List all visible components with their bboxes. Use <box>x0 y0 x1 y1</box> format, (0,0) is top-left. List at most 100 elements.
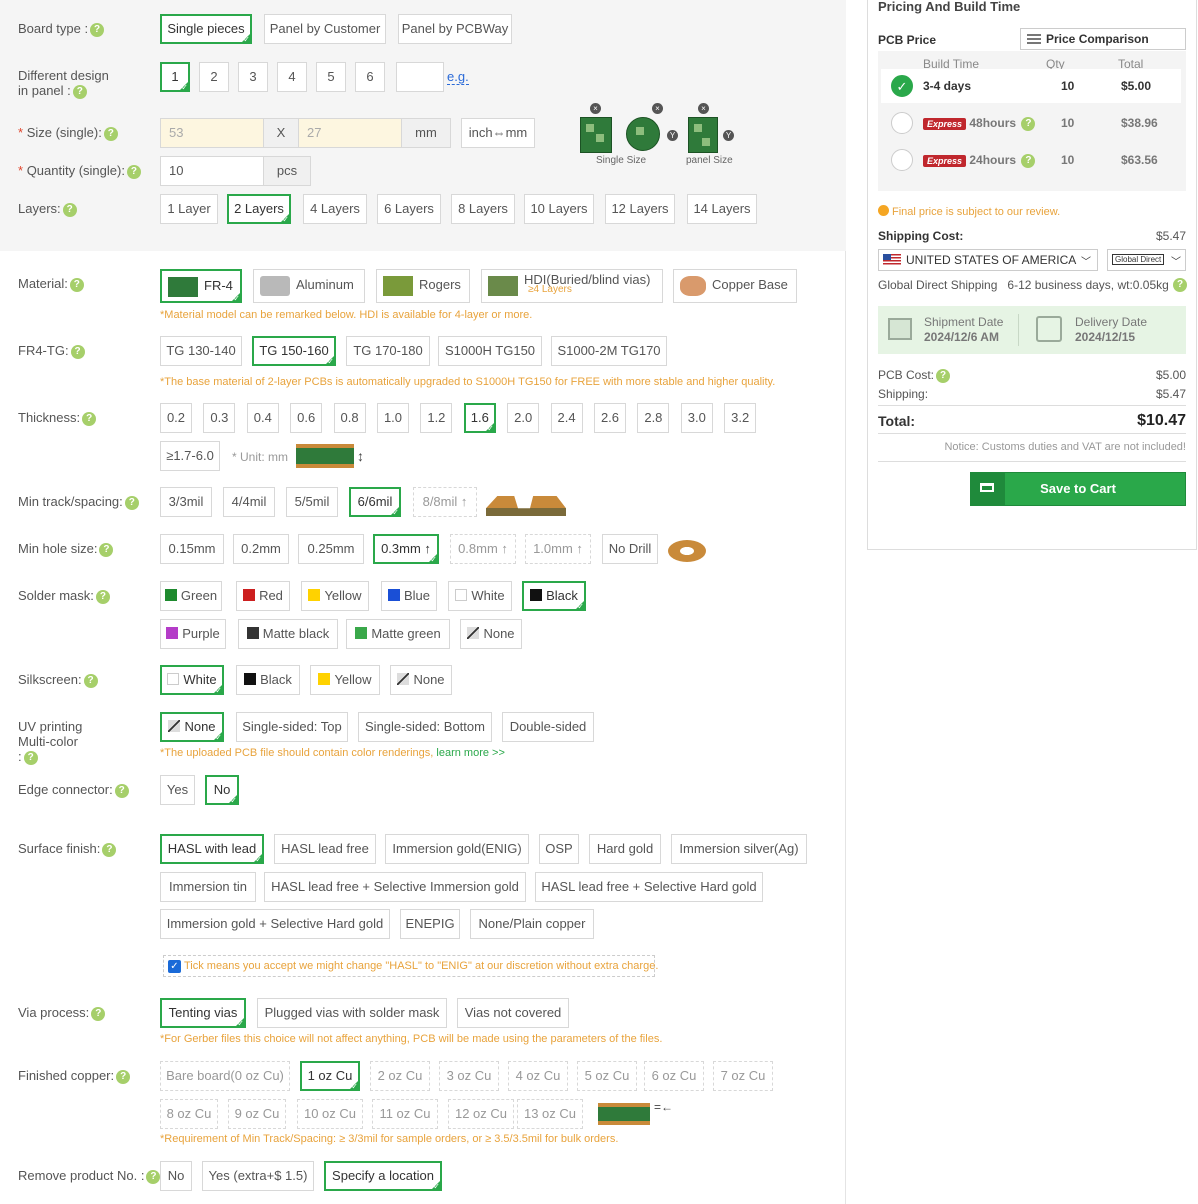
help-icon[interactable]: ? <box>114 783 129 798</box>
layer-option[interactable]: 14 Layers <box>687 194 757 224</box>
hole-option[interactable]: 0.3mm ↑ <box>373 534 439 565</box>
copper-option[interactable]: 1 oz Cu <box>300 1061 360 1092</box>
surface-option[interactable]: Immersion gold + Selective Hard gold <box>160 909 390 939</box>
shipping-method-select[interactable]: Global Direct ﹀ <box>1107 249 1186 271</box>
thickness-option[interactable]: 2.6 <box>594 403 626 433</box>
thickness-option[interactable]: 3.2 <box>724 403 757 433</box>
help-icon[interactable]: ? <box>103 126 118 141</box>
copper-option[interactable]: 8 oz Cu <box>160 1099 218 1129</box>
price-matrix-button[interactable]: Price Comparison Matrix <box>1020 28 1186 66</box>
layer-option[interactable]: 4 Layers <box>303 194 367 224</box>
design-count-option[interactable]: 1 <box>160 62 190 93</box>
surface-option[interactable]: None/Plain copper <box>470 909 594 939</box>
design-count-option[interactable]: 2 <box>199 62 229 92</box>
width-input[interactable]: 53 <box>160 118 264 148</box>
help-icon[interactable]: ? <box>146 1169 161 1184</box>
hole-option[interactable]: 1.0mm ↑ <box>525 534 591 564</box>
quantity-input[interactable]: 10 <box>160 156 264 186</box>
help-icon[interactable]: ? <box>126 164 141 179</box>
tg-option[interactable]: TG 130-140 <box>160 336 242 366</box>
help-icon[interactable]: ? <box>116 1069 131 1084</box>
remove-product-no-option[interactable]: No <box>160 1161 192 1191</box>
material-option[interactable]: FR-4 <box>160 269 242 304</box>
track-option[interactable]: 4/4mil <box>223 487 275 517</box>
copper-option[interactable]: 5 oz Cu <box>577 1061 637 1091</box>
material-option[interactable]: Copper Base <box>673 269 797 303</box>
help-icon[interactable]: ? <box>99 542 114 557</box>
build-time-radio[interactable]: ✓ <box>891 75 913 97</box>
thickness-option[interactable]: 3.0 <box>680 403 713 433</box>
uv-option[interactable]: Double-sided <box>502 712 594 742</box>
track-option[interactable]: 5/5mil <box>286 487 338 517</box>
hole-option[interactable]: 0.25mm <box>298 534 364 564</box>
copper-option[interactable]: 9 oz Cu <box>228 1099 286 1129</box>
solder-color-option[interactable]: Yellow <box>301 581 369 611</box>
tg-option[interactable]: TG 150-160 <box>252 336 336 367</box>
silkscreen-color-option[interactable]: None <box>390 665 452 695</box>
help-icon[interactable]: ? <box>102 842 117 857</box>
build-time-row[interactable]: ✓ 3-4 days 10 $5.00 <box>881 69 1181 103</box>
copper-option[interactable]: 12 oz Cu <box>448 1099 514 1129</box>
help-icon[interactable]: ? <box>95 589 110 604</box>
track-option[interactable]: 6/6mil <box>349 487 401 518</box>
copper-option[interactable]: 13 oz Cu <box>517 1099 583 1129</box>
help-icon[interactable]: ? <box>70 344 85 359</box>
copper-option[interactable]: 2 oz Cu <box>370 1061 430 1091</box>
thickness-option[interactable]: 2.0 <box>507 403 540 433</box>
thickness-option[interactable]: 1.2 <box>420 403 453 433</box>
via-option[interactable]: Plugged vias with solder mask <box>257 998 447 1028</box>
remove-product-no-option[interactable]: Specify a location <box>324 1161 442 1192</box>
board-type-option[interactable]: Panel by PCBWay <box>398 14 512 44</box>
layer-option[interactable]: 1 Layer <box>160 194 218 224</box>
silkscreen-color-option[interactable]: Black <box>236 665 300 695</box>
edge-option[interactable]: Yes <box>160 775 195 805</box>
hole-option[interactable]: No Drill <box>602 534 658 564</box>
solder-color-option[interactable]: Blue <box>381 581 437 611</box>
track-option[interactable]: 3/3mil <box>160 487 212 517</box>
edge-option[interactable]: No <box>205 775 239 806</box>
solder-color-option[interactable]: White <box>448 581 512 611</box>
surface-option[interactable]: Hard gold <box>589 834 661 864</box>
hasl-consent-checkbox[interactable]: ✓ <box>168 960 181 973</box>
material-option[interactable]: HDI(Buried/blind vias) ≥4 Layers <box>481 269 663 303</box>
thickness-option[interactable]: 2.4 <box>550 403 583 433</box>
build-time-radio[interactable] <box>891 112 913 134</box>
surface-option[interactable]: ENEPIG <box>400 909 460 939</box>
copper-option[interactable]: 4 oz Cu <box>508 1061 568 1091</box>
help-icon[interactable]: ? <box>69 277 84 292</box>
country-select[interactable]: UNITED STATES OF AMERICA ﹀ <box>878 249 1098 271</box>
help-icon[interactable]: ? <box>1021 153 1036 168</box>
copper-option[interactable]: 11 oz Cu <box>372 1099 438 1129</box>
height-input[interactable]: 27 <box>298 118 402 148</box>
help-icon[interactable]: ? <box>23 750 38 765</box>
layer-option[interactable]: 6 Layers <box>377 194 441 224</box>
uv-option[interactable]: Single-sided: Bottom <box>358 712 492 742</box>
help-icon[interactable]: ? <box>1173 278 1187 292</box>
help-icon[interactable]: ? <box>72 84 87 99</box>
help-icon[interactable]: ? <box>91 1006 106 1021</box>
thickness-option[interactable]: 1.0 <box>377 403 409 433</box>
design-count-option[interactable]: 5 <box>316 62 346 92</box>
tg-option[interactable]: TG 170-180 <box>346 336 430 366</box>
solder-color-option[interactable]: None <box>460 619 522 649</box>
track-option[interactable]: 8/8mil ↑ <box>413 487 477 517</box>
surface-option[interactable]: OSP <box>539 834 579 864</box>
custom-design-count-input[interactable] <box>396 62 444 92</box>
design-count-option[interactable]: 4 <box>277 62 307 92</box>
surface-option[interactable]: HASL lead free + Selective Immersion gol… <box>264 872 526 902</box>
via-option[interactable]: Tenting vias <box>160 998 246 1029</box>
via-option[interactable]: Vias not covered <box>457 998 569 1028</box>
copper-option[interactable]: 6 oz Cu <box>644 1061 704 1091</box>
surface-option[interactable]: HASL with lead <box>160 834 264 865</box>
build-time-radio[interactable] <box>891 149 913 171</box>
surface-option[interactable]: Immersion silver(Ag) <box>671 834 807 864</box>
learn-more-link[interactable]: learn more >> <box>436 747 504 759</box>
design-count-option[interactable]: 6 <box>355 62 385 92</box>
uv-option[interactable]: None <box>160 712 224 743</box>
hole-option[interactable]: 0.8mm ↑ <box>450 534 516 564</box>
layer-option[interactable]: 8 Layers <box>451 194 515 224</box>
silkscreen-color-option[interactable]: White <box>160 665 224 696</box>
unit-convert-button[interactable]: inch⇔mm <box>461 118 535 148</box>
help-icon[interactable]: ? <box>124 495 139 510</box>
save-to-cart-button[interactable]: Save to Cart <box>970 472 1186 506</box>
